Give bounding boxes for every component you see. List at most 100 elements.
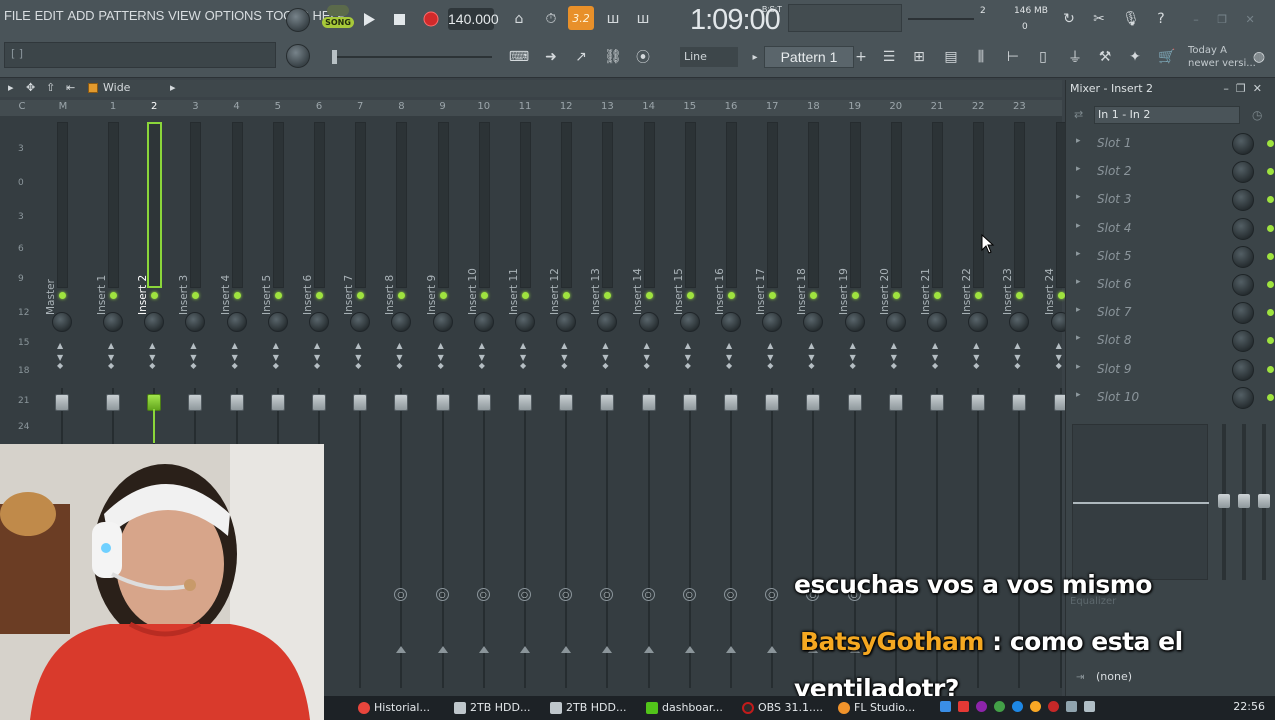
stop-button[interactable] [386,7,412,31]
volume-fader-handle[interactable] [476,394,491,411]
mic-button[interactable]: 🎙 [1118,7,1144,31]
channel-rack-button[interactable]: ▤ [938,45,964,69]
stereo-separation-icon[interactable]: ▲ [767,342,773,350]
window-controls[interactable]: – ❐ ✕ [1184,7,1264,31]
refresh-button[interactable]: ↻ [1056,7,1082,31]
route-arrow-icon[interactable] [520,646,530,653]
slot-enable-led[interactable] [1267,393,1274,401]
taskbar-clock[interactable]: 22:56 [1233,700,1265,713]
stereo-separation-icon[interactable]: ▲ [520,342,526,350]
route-arrow-icon[interactable] [643,646,654,653]
mixer-arrow-icon[interactable]: ▸ [170,81,176,94]
volume-fader-handle[interactable] [518,394,532,411]
track-enable-led[interactable] [604,292,612,299]
volume-fader-handle[interactable] [600,394,615,411]
slot-enable-led[interactable] [1267,365,1274,373]
stereo-separation-icon[interactable]: ◆ [685,362,691,370]
pan-knob[interactable] [350,312,371,332]
help-button[interactable]: ? [1148,7,1174,31]
stereo-separation-icon[interactable]: ▲ [273,342,279,350]
track-enable-led[interactable] [151,292,159,299]
minimize-icon[interactable]: – [1223,82,1236,95]
minimize-icon[interactable]: – [1193,13,1199,26]
browser-button[interactable]: ⊢ [1000,45,1026,69]
track-enable-led[interactable] [274,292,282,299]
pan-knob[interactable] [762,312,783,332]
stereo-separation-icon[interactable]: ▲ [1056,342,1062,350]
pan-knob[interactable] [52,312,72,332]
volume-fader-handle[interactable] [559,394,574,411]
taskbar-item-fl-studio[interactable]: FL Studio... [834,699,915,717]
stereo-separation-icon[interactable]: ◆ [273,362,279,370]
effect-slot-4[interactable]: ▸ Slot 4 [1072,215,1274,243]
pan-knob[interactable] [103,312,123,332]
mixer-track-insert-20[interactable]: Insert 20 ▲ ▼ ◆ [876,116,916,696]
track-enable-led[interactable] [769,292,777,299]
snap-selector[interactable]: Line [680,47,738,67]
stereo-separation-icon[interactable]: ▲ [1014,342,1020,350]
latency-icon[interactable]: ◷ [1252,108,1262,122]
track-enable-led[interactable] [975,292,983,299]
slot-mix-knob[interactable] [1232,245,1254,268]
pan-knob[interactable] [597,312,618,332]
typing-keyboard-button[interactable]: ⌨ [506,45,532,69]
stereo-separation-icon[interactable]: ◆ [932,362,938,370]
stereo-separation-icon[interactable]: ▲ [57,342,63,350]
song-position-display[interactable]: 1:09:00 B:S:T [690,4,782,37]
piano-roll-button[interactable]: ⊞ [906,45,932,69]
stereo-separation-icon[interactable]: ◆ [602,362,608,370]
track-enable-led[interactable] [398,292,406,299]
play-button[interactable] [356,7,382,31]
track-enable-led[interactable] [563,292,571,299]
volume-fader-handle[interactable] [270,394,285,411]
stereo-separation-icon[interactable]: ▲ [932,342,938,350]
stereo-separation-icon[interactable]: ▲ [355,342,361,350]
pan-knob[interactable] [556,312,577,332]
taskbar-item-drive-1[interactable]: 2TB HDD... [450,699,530,717]
taskbar-item-obs[interactable]: OBS 31.1.... [738,699,823,717]
mixer-menu-arrow-icon[interactable]: ▸ [8,81,14,94]
stereo-separation-icon[interactable]: ◆ [438,362,444,370]
stereo-separation-icon[interactable]: ◆ [190,362,196,370]
stereo-separation-icon[interactable]: ▲ [479,342,485,350]
stereo-separation-icon[interactable]: ▲ [808,342,814,350]
effect-slot-1[interactable]: ▸ Slot 1 [1072,130,1274,158]
pattern-selector[interactable]: Pattern 1 [764,46,854,68]
effect-slot-7[interactable]: ▸ Slot 7 [1072,299,1274,327]
mixer-tool-icon[interactable]: ✥ [26,81,35,94]
tray-icon[interactable] [940,701,951,712]
volume-fader-handle[interactable] [806,394,821,411]
blend-notes-button[interactable]: ш [600,7,626,31]
stereo-separation-icon[interactable]: ▲ [973,342,979,350]
slot-chevron-icon[interactable]: ▸ [1076,164,1081,174]
route-arrow-icon[interactable] [684,646,695,653]
track-enable-led[interactable] [810,292,818,299]
volume-icon[interactable] [1084,701,1095,712]
mixer-track-insert-18[interactable]: Insert 18 ▲ ▼ ◆ ○ [793,116,833,696]
stereo-separation-icon[interactable]: ▲ [232,342,238,350]
mixer-track-insert-7[interactable]: Insert 7 ▲ ▼ ◆ [340,116,380,696]
track-enable-led[interactable] [645,292,653,299]
close-icon[interactable]: ✕ [1253,82,1269,95]
stereo-separation-icon[interactable]: ◆ [479,362,485,370]
route-arrow-icon[interactable] [561,646,572,653]
slot-mix-knob[interactable] [1232,386,1254,409]
input-routing-selector[interactable]: In 1 - In 2 [1094,106,1240,124]
volume-fader-handle[interactable] [106,394,120,411]
output-routing[interactable]: (none) [1096,670,1132,683]
stereo-separation-icon[interactable]: ▲ [149,342,155,350]
master-volume-knob[interactable] [286,8,310,32]
stereo-separation-icon[interactable]: ▲ [850,342,856,350]
arrow-button[interactable]: ➜ [538,45,564,69]
stereo-separation-icon[interactable]: ◆ [520,362,526,370]
mixer-track-insert-21[interactable]: Insert 21 ▲ ▼ ◆ [917,116,957,696]
record-arm-icon[interactable]: ○ [476,588,490,601]
pan-knob[interactable] [473,312,494,332]
slot-chevron-icon[interactable]: ▸ [1076,305,1081,315]
pan-knob[interactable] [844,312,865,332]
slot-chevron-icon[interactable]: ▸ [1076,277,1081,287]
mixer-track-insert-8[interactable]: Insert 8 ▲ ▼ ◆ ○ [381,116,421,696]
pan-knob[interactable] [515,312,535,332]
record-arm-icon[interactable]: ○ [724,588,737,601]
volume-fader-handle[interactable] [394,394,409,411]
